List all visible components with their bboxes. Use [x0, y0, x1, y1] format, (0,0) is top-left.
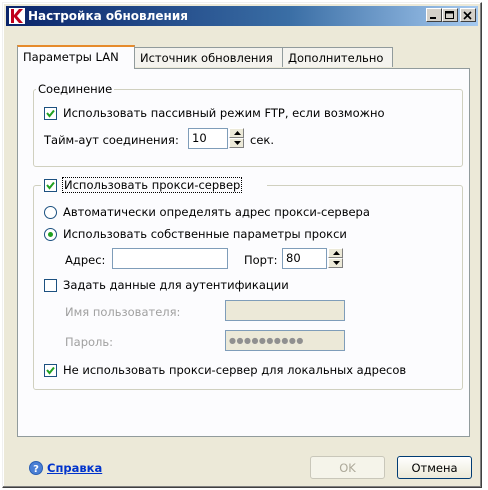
password-input[interactable]: ●●●●●●●●●● [225, 330, 345, 351]
port-label: Порт: [244, 253, 278, 267]
proxy-port-input[interactable]: 80 [282, 248, 327, 269]
bypass-local-checkbox[interactable] [44, 364, 57, 377]
use-proxy-checkbox[interactable] [44, 179, 57, 192]
auto-detect-proxy-radio[interactable] [44, 206, 57, 219]
passive-ftp-label[interactable]: Использовать пассивный режим FTP, если в… [63, 106, 385, 120]
connection-group [33, 89, 463, 167]
minimize-icon [430, 17, 436, 19]
auto-detect-proxy-label[interactable]: Автоматически определять адрес прокси-се… [63, 205, 370, 219]
settings-dialog: Настройка обновления Параметры LAN Источ… [2, 2, 482, 488]
connection-group-title: Соединение [36, 82, 115, 96]
username-label: Имя пользователя: [65, 305, 181, 319]
tab-advanced[interactable]: Дополнительно [282, 47, 393, 67]
svg-text:?: ? [33, 464, 39, 475]
bypass-local-label[interactable]: Не использовать прокси-сервер для локаль… [63, 363, 406, 377]
help-link[interactable]: Справка [47, 461, 102, 475]
timeout-spinner[interactable] [229, 128, 244, 148]
password-label: Пароль: [65, 335, 114, 349]
spin-up-button[interactable] [328, 248, 343, 258]
close-icon [463, 11, 472, 20]
tab-update-source[interactable]: Источник обновления [134, 47, 283, 67]
timeout-input[interactable]: 10 [188, 128, 228, 149]
tab-panel: Соединение Использовать пассивный режим … [17, 68, 470, 437]
timeout-unit: сек. [250, 133, 274, 147]
maximize-button[interactable] [442, 8, 458, 22]
window-title: Настройка обновления [28, 9, 188, 23]
maximize-icon [445, 11, 454, 19]
arrow-down-icon [333, 261, 340, 265]
use-proxy-label[interactable]: Использовать прокси-сервер [61, 177, 243, 193]
spin-down-button[interactable] [328, 258, 343, 268]
timeout-label: Тайм-аут соединения: [44, 133, 179, 147]
spin-down-button[interactable] [229, 138, 244, 148]
checkmark-icon [46, 181, 55, 190]
username-input[interactable] [225, 300, 345, 321]
minimize-button[interactable] [426, 8, 442, 22]
spin-up-button[interactable] [229, 128, 244, 138]
help-icon[interactable]: ? [29, 461, 43, 475]
arrow-down-icon [234, 141, 241, 145]
title-bar[interactable]: Настройка обновления [6, 6, 478, 26]
proxy-address-input[interactable] [112, 248, 228, 269]
arrow-up-icon [333, 251, 340, 255]
custom-proxy-label[interactable]: Использовать собственные параметры прокс… [63, 227, 347, 241]
arrow-up-icon [234, 131, 241, 135]
tab-lan-settings[interactable]: Параметры LAN [17, 45, 135, 69]
cancel-button[interactable]: Отмена [397, 456, 472, 479]
checkmark-icon [46, 366, 55, 375]
close-button[interactable] [460, 8, 476, 22]
passive-ftp-checkbox[interactable] [44, 107, 57, 120]
auth-label[interactable]: Задать данные для аутентификации [63, 278, 289, 292]
custom-proxy-radio[interactable] [44, 228, 57, 241]
kaspersky-k-icon [9, 8, 25, 24]
checkmark-icon [46, 109, 55, 118]
address-label: Адрес: [65, 253, 106, 267]
port-spinner[interactable] [328, 248, 343, 268]
auth-checkbox[interactable] [44, 279, 57, 292]
ok-button[interactable]: OK [310, 456, 385, 479]
